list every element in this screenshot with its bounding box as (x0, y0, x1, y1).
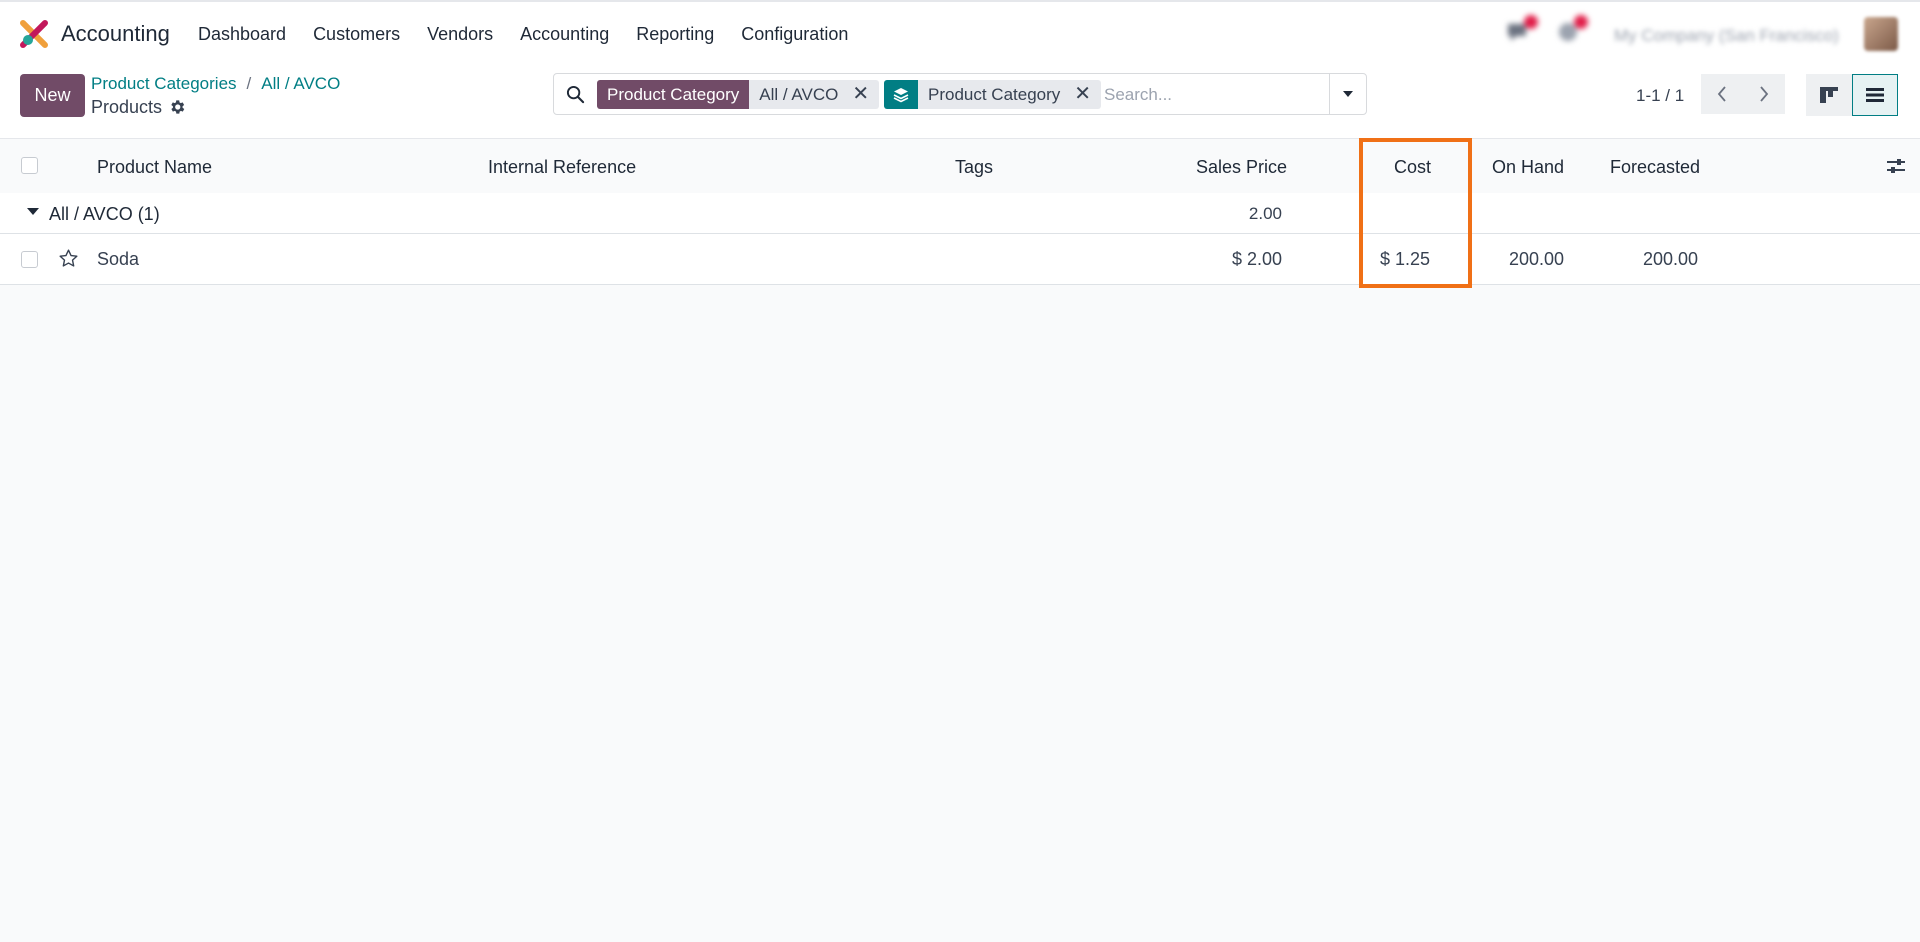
search-options-toggle[interactable] (1329, 74, 1366, 114)
column-internal-reference[interactable]: Internal Reference (488, 157, 636, 178)
star-icon[interactable] (58, 248, 79, 269)
products-list: Product Name Internal Reference Tags Sal… (0, 138, 1920, 285)
group-label: All / AVCO (1) (49, 204, 160, 224)
remove-facet-close-icon[interactable]: ✕ (1074, 80, 1091, 109)
cell-on-hand: 200.00 (1508, 249, 1564, 269)
column-product-name[interactable]: Product Name (97, 157, 212, 178)
breadcrumb-product-categories[interactable]: Product Categories (91, 74, 237, 93)
activity-clock-icon[interactable] (1556, 15, 1588, 44)
column-cost[interactable]: Cost (1394, 157, 1431, 178)
breadcrumb: Product Categories / All / AVCO (91, 74, 340, 94)
menu-accounting[interactable]: Accounting (520, 24, 609, 45)
search-icon (566, 85, 585, 104)
cell-product-name: Soda (97, 249, 140, 269)
main-menu: Dashboard Customers Vendors Accounting R… (198, 24, 875, 45)
breadcrumb-separator: / (246, 74, 252, 93)
list-icon (1866, 88, 1884, 102)
facet-value: Product Category ✕ (918, 80, 1102, 109)
layers-icon (884, 80, 918, 109)
column-sales-price[interactable]: Sales Price (1196, 157, 1287, 178)
facet-label: Product Category (597, 80, 750, 109)
caret-down-icon (1343, 91, 1353, 97)
group-row[interactable]: All / AVCO (1) 2.00 (0, 193, 1920, 234)
chevron-right-icon (1760, 86, 1769, 102)
column-forecasted[interactable]: Forecasted (1610, 157, 1700, 178)
menu-configuration[interactable]: Configuration (741, 24, 848, 45)
control-panel: New Product Categories / All / AVCO Produc… (0, 66, 1920, 138)
list-view-button[interactable] (1852, 74, 1898, 116)
cell-sales-price: $ 2.00 (1231, 249, 1282, 269)
list-header: Product Name Internal Reference Tags Sal… (0, 138, 1920, 193)
top-navbar: Accounting Dashboard Customers Vendors A… (0, 0, 1920, 66)
pager-previous-button[interactable] (1701, 74, 1743, 114)
accounting-app-icon[interactable] (20, 20, 48, 48)
new-button[interactable]: New (20, 74, 85, 117)
page-title: Products (91, 97, 163, 117)
menu-reporting[interactable]: Reporting (636, 24, 714, 45)
group-sales-price-sum: 2.00 (1248, 204, 1282, 223)
facet-value-text: Product Category (928, 85, 1061, 104)
row-checkbox[interactable] (21, 251, 38, 268)
filter-facet-product-category: Product Category All / AVCO ✕ (597, 80, 880, 109)
groupby-facet-product-category: Product Category ✕ (884, 80, 1102, 109)
table-row[interactable]: Soda $ 2.00 $ 1.25 200.00 200.00 (0, 234, 1920, 285)
facet-value-text: All / AVCO (759, 85, 839, 104)
breadcrumb-all-avco[interactable]: All / AVCO (261, 74, 340, 93)
user-avatar[interactable] (1864, 17, 1898, 51)
cell-cost: $ 1.25 (1379, 249, 1430, 269)
company-switcher[interactable]: My Company (San Francisco) (1614, 26, 1839, 46)
menu-customers[interactable]: Customers (313, 24, 400, 45)
select-all-checkbox[interactable] (21, 157, 38, 174)
search-bar: Product Category All / AVCO ✕ Product Ca… (553, 73, 1367, 115)
chevron-left-icon (1717, 86, 1726, 102)
app-name[interactable]: Accounting (61, 21, 170, 47)
column-on-hand[interactable]: On Hand (1492, 157, 1564, 178)
menu-vendors[interactable]: Vendors (427, 24, 493, 45)
search-input[interactable] (1104, 80, 1324, 109)
optional-columns-sliders-icon[interactable] (1886, 157, 1906, 175)
kanban-view-button[interactable] (1806, 74, 1852, 116)
facet-value: All / AVCO ✕ (749, 80, 880, 109)
messaging-icon[interactable] (1506, 15, 1538, 44)
pager-value[interactable]: 1-1 / 1 (1636, 86, 1684, 106)
menu-dashboard[interactable]: Dashboard (198, 24, 286, 45)
remove-facet-close-icon[interactable]: ✕ (852, 80, 869, 109)
caret-down-icon (27, 208, 39, 215)
cell-forecasted: 200.00 (1642, 249, 1698, 269)
kanban-icon (1820, 87, 1838, 103)
column-tags[interactable]: Tags (955, 157, 993, 178)
gear-icon[interactable] (168, 98, 186, 116)
pager-next-button[interactable] (1743, 74, 1785, 114)
